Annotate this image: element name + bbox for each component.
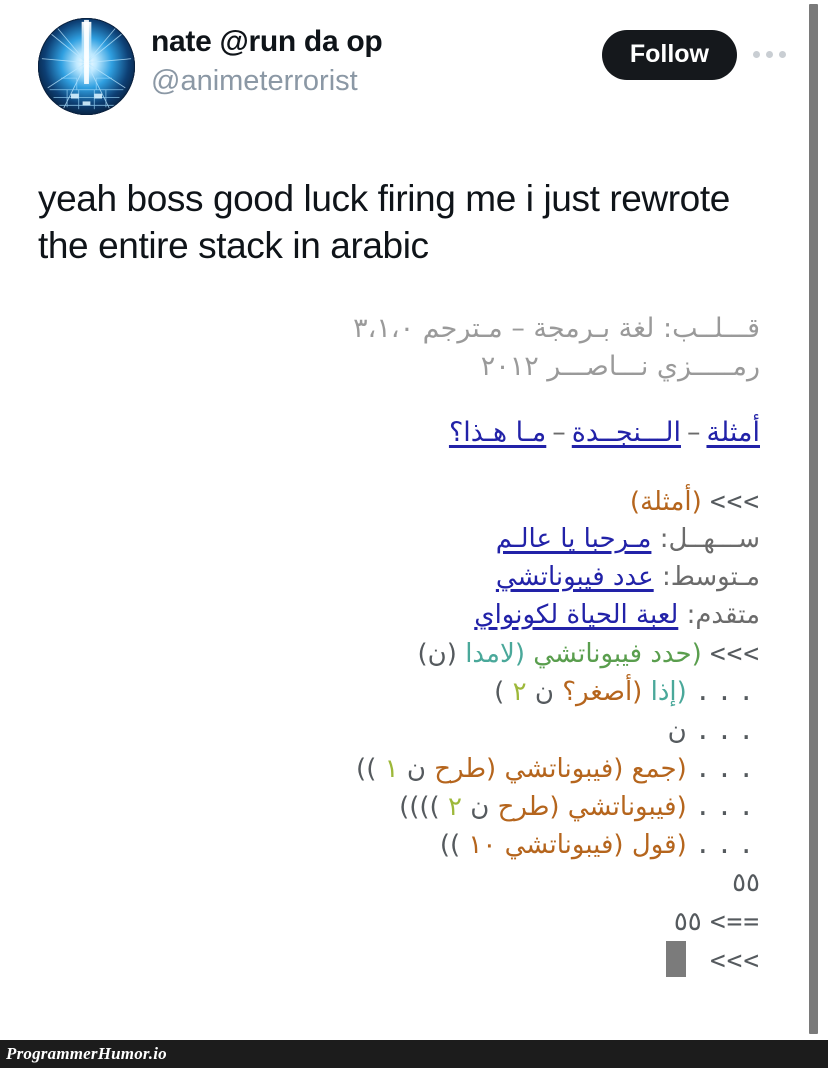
nav-separator-2: – [552, 416, 566, 448]
repl-return-arrow: <== [710, 906, 760, 937]
repl-line-base-case: ... ن [0, 712, 760, 750]
output-value-returned: ٥٥ [673, 906, 702, 937]
repl-continuation-2: ... [695, 715, 760, 746]
examples-call-token: (أمثلة) [629, 487, 702, 518]
token-lambda: (لامدا [465, 639, 525, 670]
token-add: (جمع [631, 753, 687, 784]
example-label-medium: مـتوسط: [661, 562, 760, 593]
avatar[interactable] [38, 18, 135, 115]
repl-prompt-1: <<< [710, 487, 760, 518]
scrollbar-thumb[interactable] [809, 4, 818, 1034]
example-label-easy: ســـهــل: [659, 524, 760, 555]
tweet-header: nate @run da op @animeterrorist Follow [0, 0, 810, 140]
interpreter-author-line: رمـــــزي نـــاصـــر ٢٠١٢ [480, 351, 760, 383]
repl-line-active-prompt[interactable]: <<< [0, 940, 760, 980]
token-smaller-predicate: (أصغر؟ [562, 677, 643, 708]
interpreter-title-line: قـــلــب: لغة بـرمجة – مـترجم ٣،١،٠ [353, 313, 760, 344]
nav-separator-1: – [686, 416, 701, 448]
repl-line-examples-call: <<< (أمثلة) [0, 483, 760, 521]
example-row-easy: ســـهــل: مـرحبا يا عالـم [0, 521, 760, 559]
repl-continuation-1: ... [695, 677, 760, 708]
repl-line-define-fib: <<< (حدد فيبوناتشي (لامدا (ن) [0, 635, 760, 673]
user-identity: nate @run da op @animeterrorist [151, 24, 602, 99]
token-paren-close-4: )) [439, 830, 461, 861]
repl-line-if-smaller: ... (إذا (أصغر؟ ن ٢ ) [0, 673, 760, 711]
nav-link-what-is-this[interactable]: مـا هـذا؟ [449, 417, 546, 448]
example-row-medium: مـتوسط: عدد فيبوناتشي [0, 559, 760, 597]
follow-button[interactable]: Follow [601, 30, 737, 80]
display-name: nate @run da op [151, 25, 383, 58]
header-actions: Follow [601, 30, 786, 80]
token-fib-call-3: (فيبوناتشي [504, 830, 624, 861]
repl-line-add-fib-n-minus-1: ... (جمع (فيبوناتشي (طرح ن ١ )) [0, 750, 760, 788]
more-dot-1 [753, 51, 760, 59]
repl-transcript: <<< (أمثلة) ســـهــل: مـرحبا يا عالـم مـ… [0, 483, 760, 980]
user-handle: @animeterrorist [151, 64, 358, 97]
token-paren-close-2: )) [356, 753, 377, 784]
repl-continuation-5: ... [695, 830, 760, 861]
repl-continuation-3: ... [695, 753, 760, 784]
output-value-printed: ٥٥ [732, 868, 760, 899]
nav-link-help[interactable]: الـــنجــدة [572, 417, 681, 448]
token-fib-call-2: (فيبوناتشي [567, 792, 687, 823]
token-fib-call-1: (فيبوناتشي [504, 753, 624, 784]
token-literal-ten: ١٠ [468, 830, 497, 861]
watermark-text: ProgrammerHumor.io [6, 1044, 167, 1063]
screenshot-root: nate @run da op @animeterrorist Follow y… [0, 0, 828, 1068]
repl-line-print-fib-10: ... (قول (فيبوناتشي ١٠ )) [0, 826, 760, 864]
token-print: (قول [631, 830, 687, 861]
token-n-arg-2: ن [406, 753, 426, 784]
more-options-icon[interactable] [753, 51, 786, 59]
example-label-advanced: متقدم: [686, 600, 760, 631]
token-literal-two-b: ٢ [447, 792, 462, 823]
tweet-body-text: yeah boss good luck firing me i just rew… [38, 178, 730, 266]
token-paren-close-3: )))) [399, 792, 440, 823]
token-subtract-1: (طرح [434, 753, 497, 784]
repl-prompt-2: <<< [710, 639, 760, 670]
repl-output-printed: ٥٥ [0, 864, 760, 902]
token-literal-two-a: ٢ [512, 677, 527, 708]
example-row-advanced: متقدم: لعبة الحياة لكونواي [0, 597, 760, 635]
token-n-arg-1: ن [534, 677, 554, 708]
repl-output-return: <== ٥٥ [0, 903, 760, 941]
more-dot-2 [766, 51, 773, 59]
watermark-bar: ProgrammerHumor.io [0, 1040, 828, 1068]
text-cursor [665, 940, 686, 977]
token-fib-name: فيبوناتشي [533, 639, 643, 670]
token-n-arg-3: ن [470, 792, 490, 823]
more-dot-3 [779, 51, 786, 59]
token-if: (إذا [650, 677, 687, 708]
repl-prompt-3: <<< [710, 945, 760, 976]
example-link-game-of-life[interactable]: لعبة الحياة لكونواي [474, 600, 678, 630]
token-define: (حدد [650, 639, 702, 670]
repl-continuation-4: ... [695, 792, 760, 823]
token-lambda-arg: (ن) [417, 639, 457, 670]
token-n-base: ن [667, 715, 687, 746]
example-link-fibonacci[interactable]: عدد فيبوناتشي [496, 562, 654, 592]
token-literal-one: ١ [384, 753, 399, 784]
token-paren-close-1: ) [494, 677, 505, 708]
token-subtract-2: (طرح [497, 792, 560, 823]
repl-line-fib-n-minus-2: ... (فيبوناتشي (طرح ن ٢ )))) [0, 788, 760, 826]
nav-links: أمثلة–الـــنجــدة–مـا هـذا؟ [0, 415, 760, 451]
nav-link-examples[interactable]: أمثلة [706, 417, 760, 448]
example-link-hello-world[interactable]: مـرحبا يا عالـم [496, 524, 652, 554]
avatar-circuit-image [38, 18, 135, 115]
embedded-code-screenshot: قـــلــب: لغة بـرمجة – مـترجم ٣،١،٠ رمــ… [0, 310, 810, 1020]
